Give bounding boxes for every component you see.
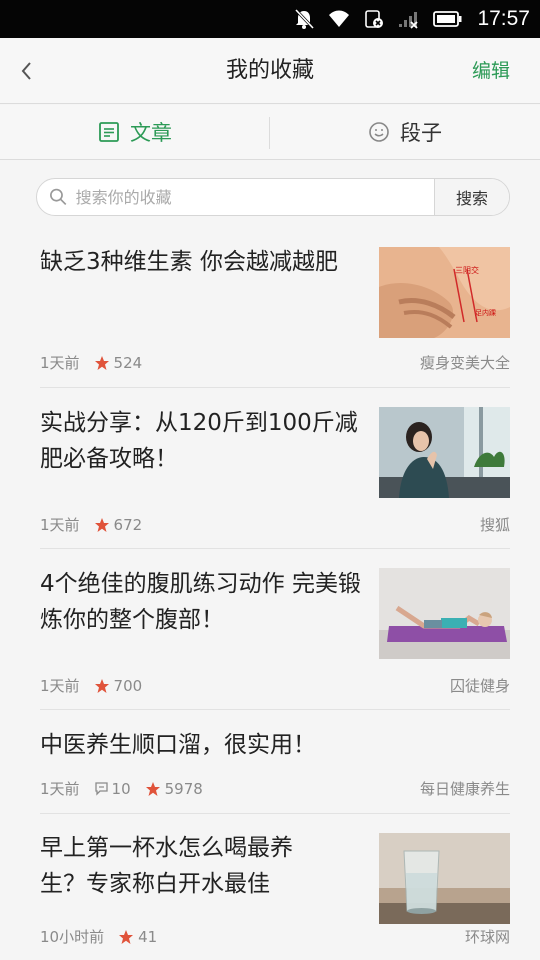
article-meta: 1天前 672 搜狐	[40, 514, 510, 535]
star-count-value: 524	[113, 353, 143, 372]
article-title: 早上第一杯水怎么喝最养生？专家称白开水最佳	[40, 835, 293, 897]
star-count: 5978	[145, 780, 203, 798]
star-count: 672	[94, 515, 143, 534]
star-count-value: 41	[138, 927, 158, 946]
status-bar: 17:57	[0, 0, 540, 38]
article-time: 1天前	[40, 780, 80, 798]
comment-icon	[94, 782, 108, 796]
star-count: 524	[94, 353, 143, 372]
article-time: 1天前	[40, 354, 80, 372]
star-icon	[145, 781, 160, 796]
search-button[interactable]: 搜索	[434, 179, 509, 215]
comment-count: 10	[94, 780, 131, 798]
smiley-icon	[368, 121, 390, 143]
article-meta: 10小时前 41 环球网	[40, 926, 510, 947]
signal-icon	[397, 9, 421, 29]
star-icon	[94, 355, 109, 370]
wifi-icon	[327, 9, 351, 29]
article-source: 瘦身变美大全	[419, 354, 510, 372]
battery-icon	[433, 10, 463, 28]
article-meta: 1天前 10 5978 每日健康养生	[40, 778, 510, 799]
star-icon	[94, 517, 109, 532]
tab-bar: 文章 段子	[0, 105, 540, 160]
tab-articles-label: 文章	[130, 121, 172, 145]
article-title: 中医养生顺口溜，很实用！	[40, 732, 316, 758]
list-item[interactable]: 中医养生顺口溜，很实用！ 1天前 10 5978 每日健康养生	[40, 710, 510, 814]
star-count-value: 700	[113, 676, 143, 695]
svg-text:三阴交: 三阴交	[455, 265, 479, 275]
star-icon	[94, 678, 109, 693]
woman-by-window-image	[379, 407, 510, 498]
article-source: 囚徒健身	[449, 677, 510, 695]
star-count-value: 5978	[164, 779, 203, 798]
search-field-wrap	[37, 179, 434, 215]
article-icon	[98, 121, 120, 143]
list-item[interactable]: 实战分享：从120斤到100斤减肥必备攻略！ 1天前 672 搜狐	[40, 388, 510, 549]
star-count: 700	[94, 676, 143, 695]
status-time: 17:57	[477, 7, 530, 30]
sim-icon	[363, 8, 385, 30]
search-icon	[50, 188, 67, 206]
star-icon	[119, 929, 134, 944]
search-input[interactable]	[75, 187, 434, 207]
app-header: 我的收藏 编辑	[0, 38, 540, 104]
search-bar: 搜索	[36, 178, 510, 216]
list-item[interactable]: 早上第一杯水怎么喝最养生？专家称白开水最佳 10小时前 41 环球网	[40, 814, 510, 954]
article-source: 搜狐	[479, 516, 510, 534]
woman-on-yoga-mat-image	[379, 568, 510, 659]
massage-hand-image: 三阴交 足内踝	[379, 247, 510, 338]
article-source: 环球网	[464, 928, 510, 946]
tab-jokes[interactable]: 段子	[270, 105, 540, 159]
article-meta: 1天前 524 瘦身变美大全	[40, 352, 510, 373]
favorites-list: 缺乏3种维生素 你会越减越肥 三阴交 足内踝 1天前 524 瘦身变美大全 实战…	[0, 226, 540, 954]
notifications-muted-icon	[293, 8, 315, 30]
svg-text:足内踝: 足内踝	[475, 308, 496, 317]
article-title: 缺乏3种维生素 你会越减越肥	[40, 249, 338, 275]
list-item[interactable]: 4个绝佳的腹肌练习动作 完美锻炼你的整个腹部！ 1天前 700 囚徒健身	[40, 549, 510, 710]
page-title: 我的收藏	[225, 58, 314, 83]
article-time: 10小时前	[40, 928, 105, 946]
tab-articles[interactable]: 文章	[0, 105, 270, 159]
star-count-value: 672	[113, 515, 143, 534]
edit-button[interactable]: 编辑	[472, 38, 510, 104]
article-time: 1天前	[40, 516, 80, 534]
article-time: 1天前	[40, 677, 80, 695]
article-meta: 1天前 700 囚徒健身	[40, 675, 510, 696]
article-title: 实战分享：从120斤到100斤减肥必备攻略！	[40, 410, 358, 472]
tab-divider	[269, 117, 270, 149]
article-source: 每日健康养生	[419, 780, 510, 798]
tab-jokes-label: 段子	[400, 121, 442, 145]
list-item[interactable]: 缺乏3种维生素 你会越减越肥 三阴交 足内踝 1天前 524 瘦身变美大全	[40, 226, 510, 388]
comment-count-value: 10	[111, 779, 131, 798]
glass-of-water-image	[379, 833, 510, 924]
star-count: 41	[118, 928, 157, 946]
article-title: 4个绝佳的腹肌练习动作 完美锻炼你的整个腹部！	[40, 571, 361, 633]
